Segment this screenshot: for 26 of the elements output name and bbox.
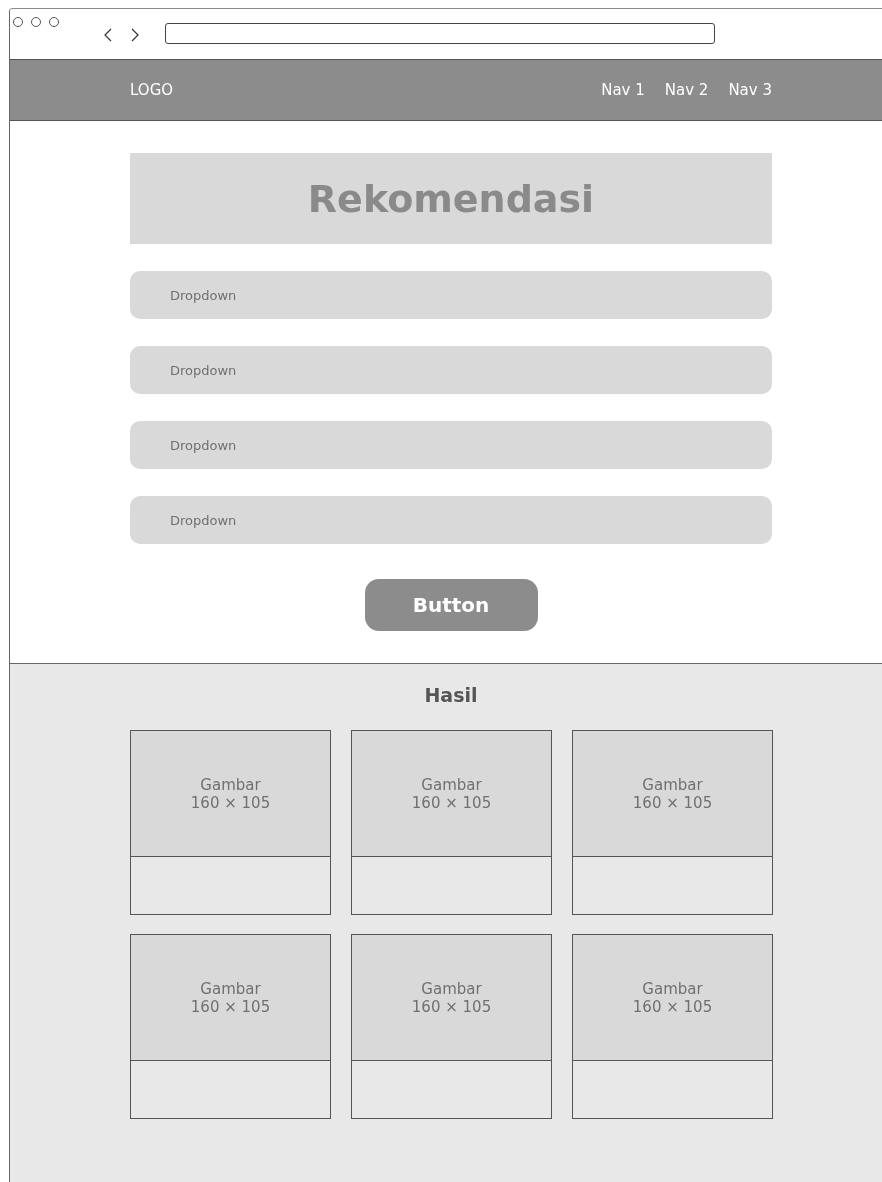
image-label: Gambar [421, 775, 482, 794]
logo: LOGO [130, 81, 174, 99]
dropdown[interactable]: Dropdown [130, 271, 772, 319]
submit-button[interactable]: Button [364, 579, 538, 631]
nav-link[interactable]: Nav 3 [728, 81, 772, 99]
image-size: 160 × 105 [411, 997, 492, 1016]
back-icon[interactable] [104, 28, 112, 42]
image-size: 160 × 105 [411, 793, 492, 812]
address-bar[interactable] [165, 23, 715, 44]
image-label: Gambar [642, 775, 703, 794]
dropdown[interactable]: Dropdown [130, 346, 772, 394]
image-size: 160 × 105 [190, 793, 271, 812]
image-label: Gambar [200, 775, 261, 794]
image-label: Gambar [200, 979, 261, 998]
image-size: 160 × 105 [190, 997, 271, 1016]
page-title: Rekomendasi [307, 176, 595, 221]
image-label: Gambar [421, 979, 482, 998]
section-heading: Hasil [423, 684, 479, 706]
image-label: Gambar [642, 979, 703, 998]
dropdown[interactable]: Dropdown [130, 421, 772, 469]
nav-link[interactable]: Nav 2 [664, 81, 709, 99]
nav-link[interactable]: Nav 1 [601, 81, 645, 99]
image-size: 160 × 105 [632, 793, 713, 812]
image-size: 160 × 105 [632, 997, 713, 1016]
forward-icon[interactable] [131, 28, 139, 42]
dropdown[interactable]: Dropdown [130, 496, 772, 544]
